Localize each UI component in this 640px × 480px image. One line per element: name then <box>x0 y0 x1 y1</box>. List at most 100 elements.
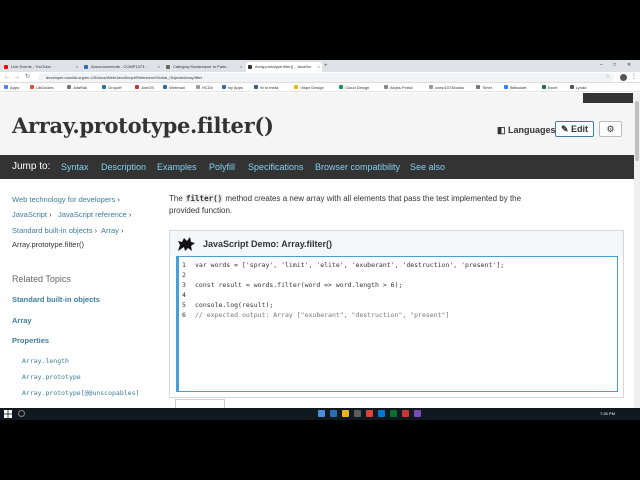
bookmark-item[interactable]: comp1073books <box>428 83 464 92</box>
windows-taskbar: 7:26 PM <box>0 408 640 420</box>
line-number: 5 <box>182 301 186 309</box>
chrome-icon[interactable] <box>366 410 373 417</box>
breadcrumb-js-reference[interactable]: JavaScript reference › <box>58 210 131 220</box>
close-icon[interactable]: × <box>240 62 242 72</box>
app-icon[interactable] <box>390 410 397 417</box>
bookmark-item[interactable]: Abyss Portal <box>384 83 412 92</box>
line-number: 2 <box>182 271 186 279</box>
browser-tab[interactable]: Live Events - YouTube × <box>2 62 80 72</box>
bookmark-item[interactable]: Excel <box>541 83 557 92</box>
settings-button[interactable]: ⚙ <box>599 121 622 137</box>
bookmark-item[interactable]: Vispe Design <box>294 83 324 92</box>
bookmark-item[interactable]: AxeOS <box>135 83 154 92</box>
sidebar-item-array-length[interactable]: Array.length <box>22 357 69 365</box>
bookmark-icon <box>254 85 259 89</box>
bookmark-item[interactable]: fb to meta <box>254 83 278 92</box>
back-icon[interactable]: ← <box>4 73 10 82</box>
tab-title: Array.prototype.filter() - JavaScr <box>255 64 312 69</box>
edit-label: Edit <box>571 124 589 134</box>
line-number: 3 <box>182 281 186 289</box>
line-number: 6 <box>182 311 186 319</box>
bookmark-icon <box>476 85 480 89</box>
bookmark-label: Dropoff <box>108 85 122 90</box>
bookmark-label: LibGuides <box>35 85 54 90</box>
sidebar-link-standard-objects[interactable]: Standard built-in objects <box>12 295 100 304</box>
windows-start-icon[interactable] <box>4 410 12 418</box>
browser-tab[interactable]: Announcements - COMP1073 - × <box>82 62 162 72</box>
jump-link-syntax[interactable]: Syntax <box>61 155 89 179</box>
new-tab-icon[interactable]: + <box>324 62 328 71</box>
scrollbar-thumb[interactable] <box>635 101 639 161</box>
edge-icon[interactable] <box>330 410 337 417</box>
store-icon[interactable] <box>354 410 361 417</box>
bookmark-label: Vispe Design <box>300 85 324 90</box>
menu-icon[interactable]: ⋮ <box>631 73 637 81</box>
breadcrumb-array[interactable]: Array › <box>101 226 124 236</box>
mdn-icon <box>248 65 252 69</box>
bookmark-label: fb to meta <box>260 85 279 90</box>
close-icon[interactable]: × <box>158 62 160 72</box>
tab-title: Live Events - YouTube <box>11 64 51 69</box>
star-icon[interactable]: ☆ <box>606 73 610 82</box>
chevron-right-icon: › <box>49 210 52 219</box>
reload-icon[interactable]: ↻ <box>25 73 30 82</box>
search-icon[interactable] <box>18 410 25 417</box>
bookmark-item[interactable]: HCD4 <box>196 83 213 92</box>
browser-tab[interactable]: Category:Soulsreaver in Paris - × <box>164 62 244 72</box>
languages-label: Languages <box>508 125 556 135</box>
browser-tab-active[interactable]: Array.prototype.filter() - JavaScr × <box>246 62 322 72</box>
jump-to-bar: Jump to: Syntax Description Examples Pol… <box>0 155 634 179</box>
close-icon[interactable]: × <box>76 62 78 72</box>
bookmark-item[interactable]: LibGuides <box>29 83 54 92</box>
bookmark-icon <box>384 85 388 89</box>
bookmark-item[interactable]: Dropoff <box>102 83 121 92</box>
languages-button[interactable]: ◧ Languages <box>497 124 556 136</box>
jump-link-specifications[interactable]: Specifications <box>248 155 304 179</box>
jump-link-see-also[interactable]: See also <box>410 155 445 179</box>
jump-link-browser-compatibility[interactable]: Browser compatibility <box>315 155 400 179</box>
bookmark-item[interactable]: AltaRail <box>67 83 87 92</box>
mail-icon[interactable] <box>378 410 385 417</box>
jump-link-examples[interactable]: Examples <box>157 155 197 179</box>
close-window-icon[interactable]: ✕ <box>627 60 631 70</box>
bookmark-item[interactable]: my Apps <box>221 83 243 92</box>
bookmark-label: HCD4 <box>202 85 213 90</box>
bookmark-label: Webmail <box>169 85 185 90</box>
minimize-icon[interactable]: – <box>600 60 603 70</box>
sidebar-link-array[interactable]: Array <box>12 316 32 325</box>
code-line: // expected output: Array ["exuberant", … <box>195 311 450 319</box>
breadcrumb-standard-objects[interactable]: Standard built-in objects › <box>12 226 97 236</box>
bookmark-item[interactable]: Webmail <box>163 83 185 92</box>
chevron-right-icon: › <box>117 195 120 204</box>
bookmark-item[interactable]: Bitbucket <box>504 83 526 92</box>
bookmark-item[interactable]: Cloud Design <box>339 83 369 92</box>
breadcrumb-javascript[interactable]: JavaScript › <box>12 210 52 220</box>
breadcrumb-label: Standard built-in objects <box>12 226 93 235</box>
bookmark-item[interactable]: Lynda <box>569 83 586 92</box>
sidebar-item-unscopables[interactable]: Array.prototype[@@unscopables] <box>22 389 139 397</box>
bookmark-item[interactable]: Timer <box>476 83 492 92</box>
address-bar[interactable]: developer.mozilla.org/en-US/docs/Web/Jav… <box>38 73 614 82</box>
edit-button[interactable]: ✎ Edit <box>555 121 594 137</box>
bookmark-item[interactable]: Apps <box>4 83 19 92</box>
task-view-icon[interactable] <box>318 410 325 417</box>
bookmark-label: Apps <box>10 85 20 90</box>
app-icon[interactable] <box>402 410 409 417</box>
code-editor[interactable]: 1 2 3 4 5 6 var words = ['spray', 'limit… <box>176 256 618 392</box>
sidebar-item-array-prototype[interactable]: Array.prototype <box>22 373 81 381</box>
code-line: const result = words.filter(word => word… <box>195 281 403 289</box>
sidebar-link-properties[interactable]: Properties <box>12 336 49 345</box>
profile-avatar[interactable] <box>620 74 627 81</box>
app-icon[interactable] <box>414 410 421 417</box>
taskbar-clock[interactable]: 7:26 PM <box>600 408 615 420</box>
code-line: console.log(result); <box>195 301 274 309</box>
close-icon[interactable]: × <box>318 62 320 72</box>
bookmark-icon <box>102 85 107 89</box>
forward-icon[interactable]: → <box>14 73 20 82</box>
jump-link-description[interactable]: Description <box>101 155 146 179</box>
maximize-icon[interactable]: □ <box>613 60 616 70</box>
file-explorer-icon[interactable] <box>342 410 349 417</box>
jump-link-polyfill[interactable]: Polyfill <box>209 155 235 179</box>
tab-title: Announcements - COMP1073 - <box>91 64 147 69</box>
breadcrumb-web-tech[interactable]: Web technology for developers › <box>12 195 120 205</box>
